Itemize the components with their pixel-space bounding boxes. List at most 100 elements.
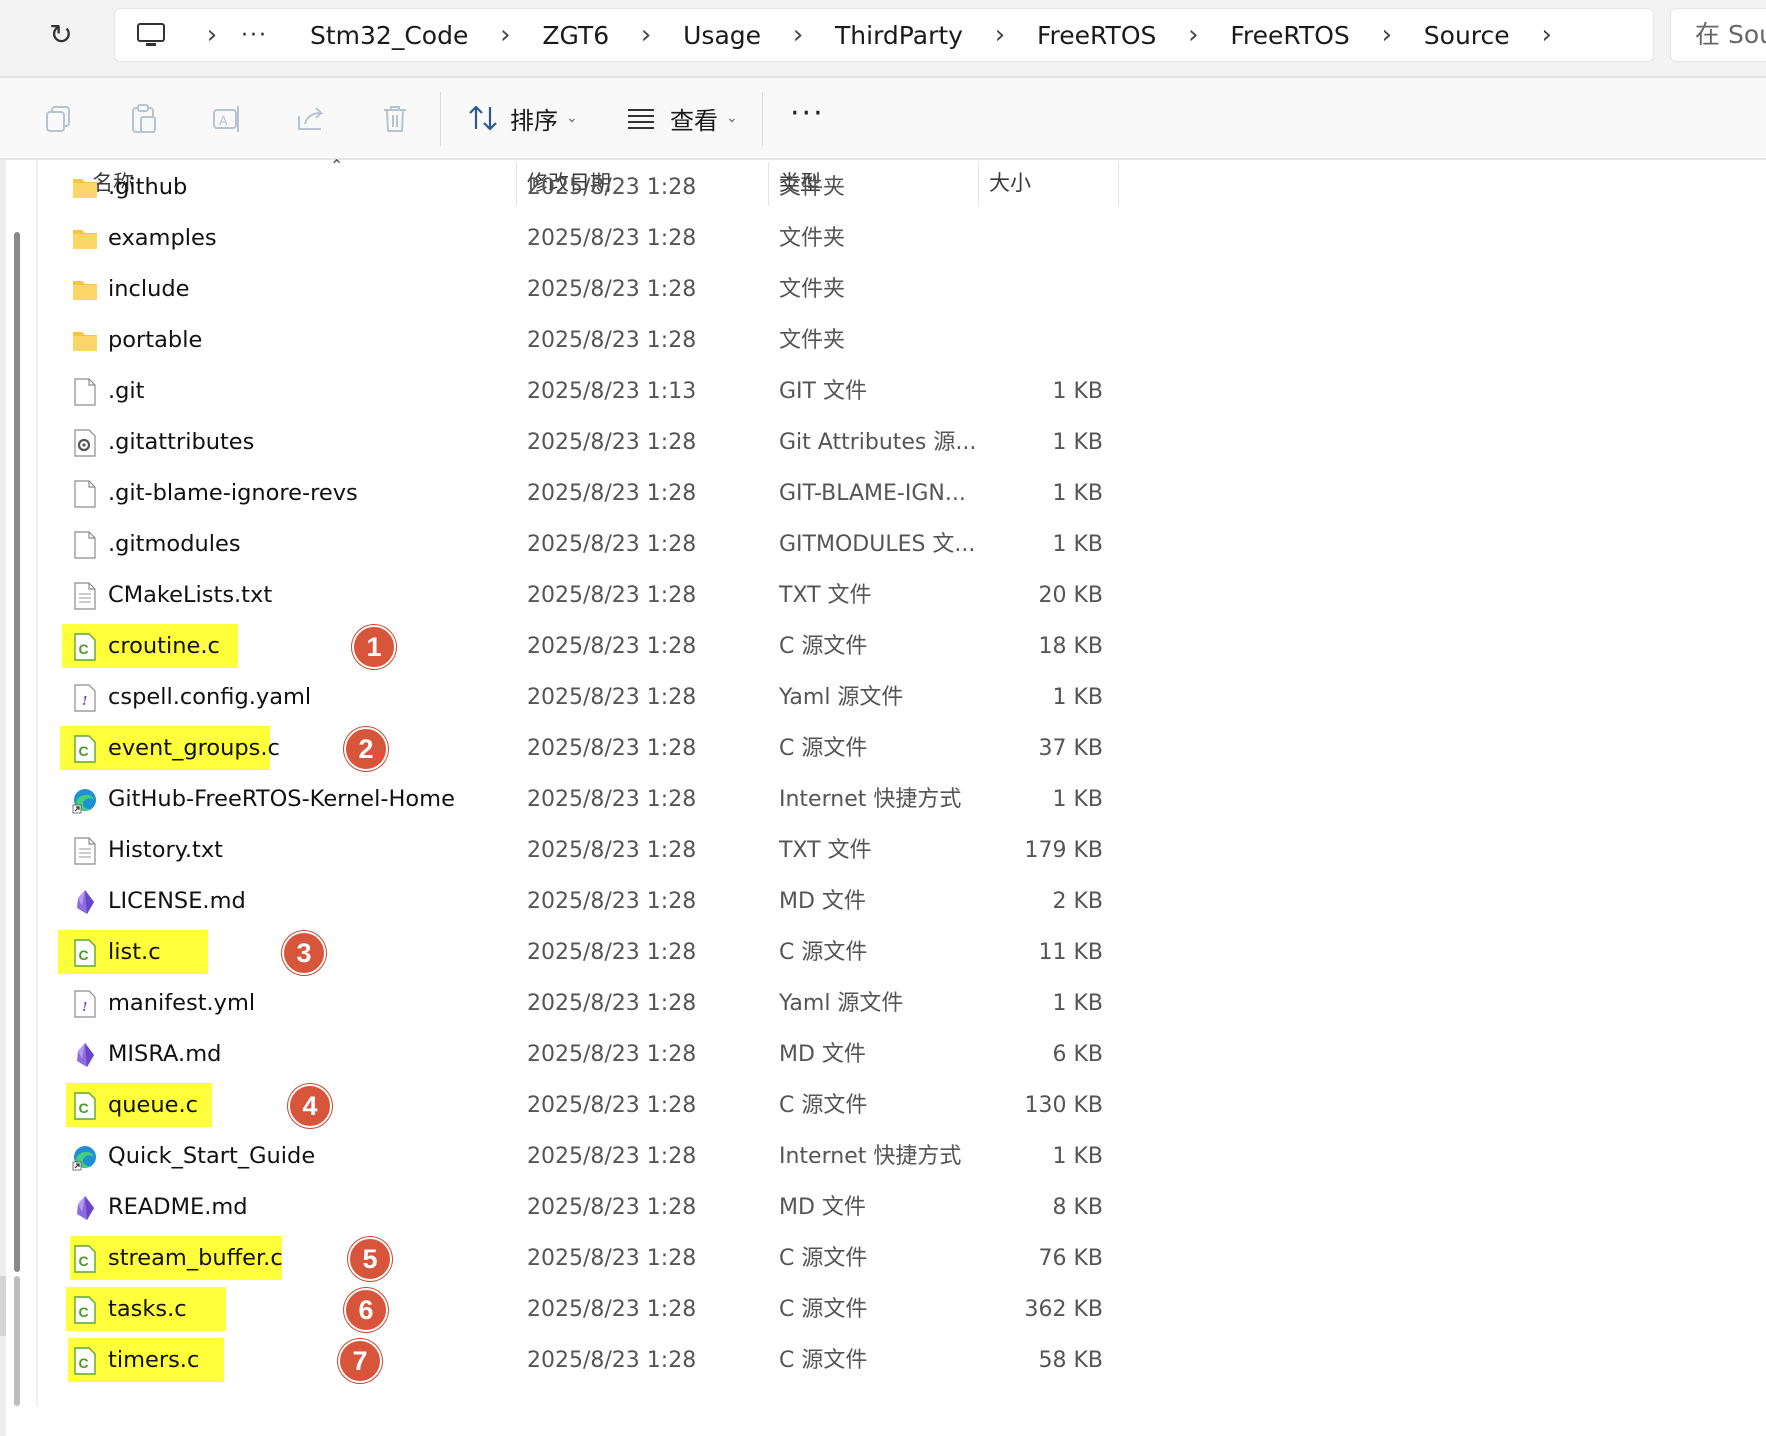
- file-row[interactable]: Ccroutine.c 2025/8/23 1:28 C 源文件 18 KB 1: [58, 621, 1118, 672]
- blank-file-icon: [74, 480, 96, 508]
- svg-text:C: C: [79, 947, 89, 963]
- file-name: History.txt: [108, 837, 223, 863]
- file-row[interactable]: ! manifest.yml 2025/8/23 1:28 Yaml 源文件 1 KB: [58, 978, 1118, 1029]
- file-name: tasks.c: [108, 1296, 187, 1322]
- file-name: cspell.config.yaml: [108, 684, 312, 710]
- file-row[interactable]: .github 2025/8/23 1:28 文件夹: [58, 162, 1118, 213]
- file-size: 1 KB: [1052, 685, 1103, 710]
- number-badge: 6: [344, 1288, 388, 1332]
- file-size: 1 KB: [1052, 991, 1103, 1016]
- file-row[interactable]: Clist.c 2025/8/23 1:28 C 源文件 11 KB 3: [58, 927, 1118, 978]
- c-source-icon: C: [74, 1245, 96, 1273]
- file-date-modified: 2025/8/23 1:28: [527, 583, 697, 608]
- file-name: .github: [108, 174, 188, 200]
- file-date-modified: 2025/8/23 1:28: [527, 685, 697, 710]
- file-type: Internet 快捷方式: [779, 1144, 962, 1169]
- file-row[interactable]: History.txt 2025/8/23 1:28 TXT 文件 179 KB: [58, 825, 1118, 876]
- file-size: 20 KB: [1038, 583, 1103, 608]
- file-size: 8 KB: [1052, 1195, 1103, 1220]
- file-name: .gitmodules: [108, 531, 241, 557]
- file-type: C 源文件: [779, 736, 868, 761]
- file-name: queue.c: [108, 1092, 199, 1118]
- file-date-modified: 2025/8/23 1:28: [527, 889, 697, 914]
- file-row[interactable]: CMakeLists.txt 2025/8/23 1:28 TXT 文件 20 KB: [58, 570, 1118, 621]
- file-type: C 源文件: [779, 1093, 868, 1118]
- file-size: 6 KB: [1052, 1042, 1103, 1067]
- folder-icon: [73, 332, 97, 351]
- file-row[interactable]: Cevent_groups.c 2025/8/23 1:28 C 源文件 37 KB 2: [58, 723, 1118, 774]
- file-date-modified: 2025/8/23 1:28: [527, 226, 697, 251]
- file-name: timers.c: [108, 1347, 200, 1373]
- c-source-icon: C: [74, 1092, 96, 1120]
- file-row[interactable]: portable 2025/8/23 1:28 文件夹: [58, 315, 1118, 366]
- file-name: manifest.yml: [108, 990, 256, 1016]
- file-date-modified: 2025/8/23 1:28: [527, 1042, 697, 1067]
- file-type: TXT 文件: [779, 838, 872, 863]
- file-date-modified: 2025/8/23 1:28: [527, 481, 697, 506]
- file-type: 文件夹: [779, 277, 846, 302]
- file-row[interactable]: Ctasks.c 2025/8/23 1:28 C 源文件 362 KB 6: [58, 1284, 1118, 1335]
- settings-file-icon: [74, 429, 96, 457]
- blank-file-icon: [74, 531, 96, 559]
- file-row[interactable]: Quick_Start_Guide 2025/8/23 1:28 Internet …: [58, 1131, 1118, 1182]
- file-row[interactable]: .git 2025/8/23 1:13 GIT 文件 1 KB: [58, 366, 1118, 417]
- yaml-file-icon: !: [74, 684, 96, 712]
- file-date-modified: 2025/8/23 1:28: [527, 175, 697, 200]
- file-size: 11 KB: [1038, 940, 1103, 965]
- file-type: GIT 文件: [779, 379, 867, 404]
- file-name: croutine.c: [108, 633, 220, 659]
- file-row[interactable]: README.md 2025/8/23 1:28 MD 文件 8 KB: [58, 1182, 1118, 1233]
- folder-icon: [73, 179, 97, 198]
- file-size: 37 KB: [1038, 736, 1103, 761]
- svg-text:C: C: [79, 1100, 89, 1116]
- file-name: portable: [108, 327, 203, 353]
- markdown-crystal-icon: [77, 1043, 94, 1067]
- file-row[interactable]: Cstream_buffer.c 2025/8/23 1:28 C 源文件 76 KB…: [58, 1233, 1118, 1284]
- file-name: .gitattributes: [108, 429, 255, 455]
- c-source-icon: C: [74, 633, 96, 661]
- file-size: 1 KB: [1052, 379, 1103, 404]
- file-row[interactable]: .gitmodules 2025/8/23 1:28 GITMODULES 文...…: [58, 519, 1118, 570]
- file-row[interactable]: GitHub-FreeRTOS-Kernel-Home 2025/8/23 1:2…: [58, 774, 1118, 825]
- file-date-modified: 2025/8/23 1:28: [527, 736, 697, 761]
- file-row[interactable]: MISRA.md 2025/8/23 1:28 MD 文件 6 KB: [58, 1029, 1118, 1080]
- file-size: 18 KB: [1038, 634, 1103, 659]
- number-badge: 1: [352, 625, 396, 669]
- file-date-modified: 2025/8/23 1:28: [527, 787, 697, 812]
- file-type: GITMODULES 文...: [779, 532, 976, 557]
- file-row[interactable]: LICENSE.md 2025/8/23 1:28 MD 文件 2 KB: [58, 876, 1118, 927]
- file-date-modified: 2025/8/23 1:28: [527, 991, 697, 1016]
- edge-shortcut-icon: [72, 789, 96, 814]
- file-date-modified: 2025/8/23 1:13: [527, 379, 697, 404]
- file-row[interactable]: Ctimers.c 2025/8/23 1:28 C 源文件 58 KB 7: [58, 1335, 1118, 1386]
- blank-file-icon: [74, 378, 96, 406]
- file-name: Quick_Start_Guide: [108, 1143, 316, 1169]
- file-size: 130 KB: [1024, 1093, 1103, 1118]
- file-date-modified: 2025/8/23 1:28: [527, 1348, 697, 1373]
- file-size: 362 KB: [1024, 1297, 1103, 1322]
- file-name: .git: [108, 378, 145, 404]
- file-date-modified: 2025/8/23 1:28: [527, 1093, 697, 1118]
- svg-text:!: !: [82, 1000, 87, 1015]
- file-size: 1 KB: [1052, 430, 1103, 455]
- file-type: MD 文件: [779, 1195, 866, 1220]
- svg-text:!: !: [82, 694, 87, 709]
- markdown-crystal-icon: [77, 1196, 94, 1220]
- file-type: MD 文件: [779, 1042, 866, 1067]
- file-date-modified: 2025/8/23 1:28: [527, 1246, 697, 1271]
- file-size: 1 KB: [1052, 787, 1103, 812]
- file-row[interactable]: include 2025/8/23 1:28 文件夹: [58, 264, 1118, 315]
- c-source-icon: C: [74, 1296, 96, 1324]
- file-name: MISRA.md: [108, 1041, 222, 1067]
- file-row[interactable]: ! cspell.config.yaml 2025/8/23 1:28 Yaml 源文…: [58, 672, 1118, 723]
- file-date-modified: 2025/8/23 1:28: [527, 430, 697, 455]
- file-name: CMakeLists.txt: [108, 582, 273, 608]
- folder-icon: [73, 281, 97, 300]
- file-date-modified: 2025/8/23 1:28: [527, 634, 697, 659]
- file-row[interactable]: Cqueue.c 2025/8/23 1:28 C 源文件 130 KB 4: [58, 1080, 1118, 1131]
- file-row[interactable]: .git-blame-ignore-revs 2025/8/23 1:28 GIT-…: [58, 468, 1118, 519]
- svg-text:C: C: [79, 1304, 89, 1320]
- file-name: list.c: [108, 939, 161, 965]
- file-row[interactable]: examples 2025/8/23 1:28 文件夹: [58, 213, 1118, 264]
- file-row[interactable]: .gitattributes 2025/8/23 1:28 Git Attribut…: [58, 417, 1118, 468]
